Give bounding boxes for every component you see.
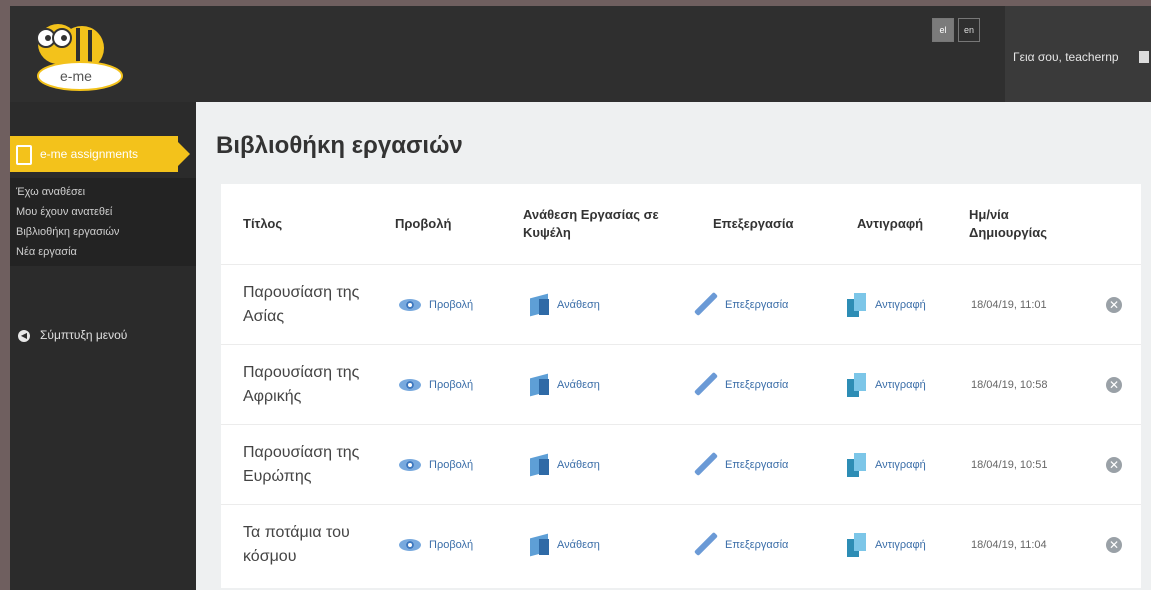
assign-label: Ανάθεση	[557, 459, 600, 471]
sidebar-item-new-assignment[interactable]: Νέα εργασία	[10, 242, 196, 262]
user-greeting-box: Γεια σου, teachernp	[1005, 6, 1151, 102]
eye-icon	[397, 538, 423, 552]
assign-button[interactable]: Ανάθεση	[527, 453, 600, 477]
table-row: Παρουσίαση της Αφρικής Προβολή Ανάθεση Ε…	[221, 344, 1141, 425]
pencil-icon	[693, 452, 719, 478]
user-menu-icon[interactable]	[1139, 51, 1149, 63]
assign-label: Ανάθεση	[557, 299, 600, 311]
table-row: Παρουσίαση της Ασίας Προβολή Ανάθεση Επε…	[221, 264, 1141, 345]
view-label: Προβολή	[429, 299, 474, 311]
col-header-edit: Επεξεργασία	[713, 215, 794, 231]
main-content: Βιβλιοθήκη εργασιών Τίτλος Προβολή Ανάθε…	[196, 102, 1151, 590]
view-button[interactable]: Προβολή	[397, 458, 473, 472]
eye-icon	[397, 458, 423, 472]
chevron-left-icon: ◀	[18, 329, 30, 342]
copy-icon	[845, 292, 869, 318]
created-date: 18/04/19, 10:58	[971, 379, 1048, 391]
edit-label: Επεξεργασία	[725, 299, 789, 311]
collapse-menu-button[interactable]: ◀ Σύμπτυξη μενού	[18, 328, 127, 342]
user-greeting[interactable]: Γεια σου, teachernp	[1013, 50, 1119, 64]
lang-en-button[interactable]: en	[958, 18, 980, 42]
app-frame: e-me el en Γεια σου, teachernp e-me assi…	[10, 6, 1151, 590]
sidebar-submenu: Έχω αναθέσει Μου έχουν ανατεθεί Βιβλιοθή…	[10, 178, 196, 266]
sidebar-item-assignments[interactable]: e-me assignments	[10, 136, 178, 172]
sidebar: e-me assignments Έχω αναθέσει Μου έχουν …	[10, 102, 196, 590]
e-me-logo[interactable]: e-me	[24, 18, 134, 92]
view-button[interactable]: Προβολή	[397, 538, 473, 552]
sidebar-item-library[interactable]: Βιβλιοθήκη εργασιών	[10, 222, 196, 242]
view-label: Προβολή	[429, 539, 474, 551]
copy-label: Αντιγραφή	[875, 459, 926, 471]
edit-label: Επεξεργασία	[725, 379, 789, 391]
copy-button[interactable]: Αντιγραφή	[845, 372, 926, 398]
edit-label: Επεξεργασία	[725, 459, 789, 471]
copy-icon	[845, 452, 869, 478]
assignments-table: Τίτλος Προβολή Ανάθεση Εργασίας σε Κυψέλ…	[221, 184, 1141, 588]
copy-label: Αντιγραφή	[875, 379, 926, 391]
assignment-title: Παρουσίαση της Ευρώπης	[243, 444, 360, 485]
edit-button[interactable]: Επεξεργασία	[693, 292, 788, 318]
created-date: 18/04/19, 11:04	[971, 539, 1047, 551]
table-row: Παρουσίαση της Ευρώπης Προβολή Ανάθεση Ε…	[221, 424, 1141, 505]
pencil-icon	[693, 292, 719, 318]
cube-icon	[527, 293, 551, 317]
edit-button[interactable]: Επεξεργασία	[693, 532, 788, 558]
svg-text:e-me: e-me	[60, 68, 92, 84]
view-label: Προβολή	[429, 379, 474, 391]
col-header-title: Τίτλος	[243, 215, 283, 231]
delete-icon[interactable]: ✕	[1106, 457, 1122, 473]
pencil-icon	[693, 372, 719, 398]
col-header-date: Ημ/νία Δημιουργίας	[969, 206, 1047, 240]
view-label: Προβολή	[429, 459, 474, 471]
cube-icon	[527, 453, 551, 477]
lang-el-button[interactable]: el	[932, 18, 954, 42]
col-header-assign: Ανάθεση Εργασίας σε Κυψέλη	[523, 206, 659, 240]
copy-button[interactable]: Αντιγραφή	[845, 292, 926, 318]
clipboard-icon	[16, 145, 32, 165]
eye-icon	[397, 378, 423, 392]
copy-icon	[845, 372, 869, 398]
edit-button[interactable]: Επεξεργασία	[693, 452, 788, 478]
copy-label: Αντιγραφή	[875, 299, 926, 311]
copy-icon	[845, 532, 869, 558]
assignment-title: Τα ποτάμια του κόσμου	[243, 524, 350, 565]
edit-label: Επεξεργασία	[725, 539, 789, 551]
copy-label: Αντιγραφή	[875, 539, 926, 551]
sidebar-item-assigned-by-me[interactable]: Έχω αναθέσει	[10, 182, 196, 202]
view-button[interactable]: Προβολή	[397, 378, 473, 392]
assign-button[interactable]: Ανάθεση	[527, 373, 600, 397]
created-date: 18/04/19, 10:51	[971, 459, 1048, 471]
assign-button[interactable]: Ανάθεση	[527, 533, 600, 557]
assignment-title: Παρουσίαση της Ασίας	[243, 284, 360, 325]
copy-button[interactable]: Αντιγραφή	[845, 532, 926, 558]
page-title: Βιβλιοθήκη εργασιών	[216, 132, 463, 159]
view-button[interactable]: Προβολή	[397, 298, 473, 312]
edit-button[interactable]: Επεξεργασία	[693, 372, 788, 398]
pencil-icon	[693, 532, 719, 558]
created-date: 18/04/19, 11:01	[971, 299, 1047, 311]
assign-label: Ανάθεση	[557, 539, 600, 551]
delete-icon[interactable]: ✕	[1106, 537, 1122, 553]
delete-icon[interactable]: ✕	[1106, 377, 1122, 393]
sidebar-item-assigned-to-me[interactable]: Μου έχουν ανατεθεί	[10, 202, 196, 222]
assign-label: Ανάθεση	[557, 379, 600, 391]
table-row: Τα ποτάμια του κόσμου Προβολή Ανάθεση Επ…	[221, 504, 1141, 585]
collapse-menu-label: Σύμπτυξη μενού	[40, 328, 128, 342]
delete-icon[interactable]: ✕	[1106, 297, 1122, 313]
copy-button[interactable]: Αντιγραφή	[845, 452, 926, 478]
col-header-view: Προβολή	[395, 215, 452, 231]
col-header-copy: Αντιγραφή	[857, 215, 924, 231]
eye-icon	[397, 298, 423, 312]
cube-icon	[527, 533, 551, 557]
cube-icon	[527, 373, 551, 397]
sidebar-active-label: e-me assignments	[40, 147, 139, 161]
assignment-title: Παρουσίαση της Αφρικής	[243, 364, 360, 405]
assign-button[interactable]: Ανάθεση	[527, 293, 600, 317]
top-bar: e-me el en Γεια σου, teachernp	[10, 6, 1151, 102]
